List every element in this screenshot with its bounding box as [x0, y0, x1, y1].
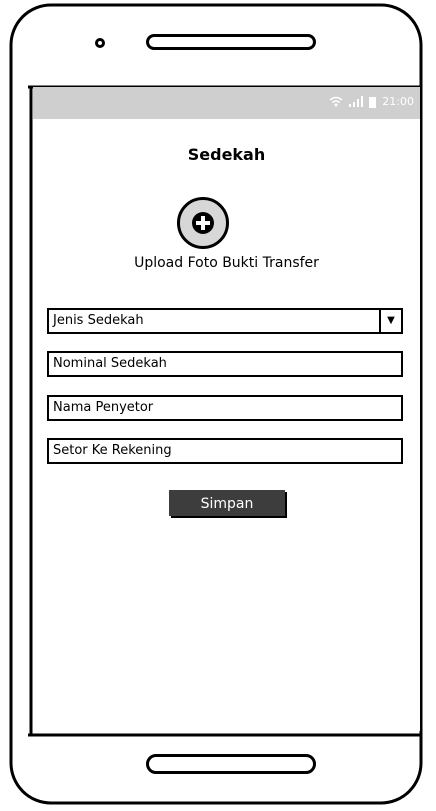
- plus-circle-icon: [192, 212, 214, 234]
- battery-icon: [369, 96, 377, 108]
- nama-penyetor-input[interactable]: [53, 400, 388, 415]
- status-time: 21:00: [382, 95, 414, 108]
- page-title: Sedekah: [187, 145, 266, 164]
- rekening-field[interactable]: [47, 438, 403, 464]
- home-button[interactable]: [146, 754, 316, 774]
- camera-icon: [95, 38, 105, 48]
- speaker-grille: [146, 34, 316, 50]
- upload-label: Upload Foto Bukti Transfer: [134, 255, 319, 271]
- nominal-field[interactable]: [47, 351, 403, 377]
- status-bar: 21:00: [33, 87, 420, 119]
- jenis-sedekah-value: Jenis Sedekah: [53, 313, 144, 328]
- signal-icon: [349, 96, 364, 107]
- nominal-input[interactable]: [53, 356, 388, 371]
- setor-rekening-input[interactable]: [53, 443, 388, 458]
- upload-button[interactable]: [177, 197, 229, 249]
- nama-field[interactable]: [47, 395, 403, 421]
- jenis-sedekah-select[interactable]: Jenis Sedekah ▼: [47, 308, 403, 334]
- save-button[interactable]: Simpan: [169, 490, 285, 516]
- chevron-down-icon[interactable]: ▼: [379, 310, 401, 332]
- wifi-icon: [329, 96, 343, 107]
- app-screen: 21:00 Sedekah Upload Foto Bukti Transfer…: [33, 87, 420, 731]
